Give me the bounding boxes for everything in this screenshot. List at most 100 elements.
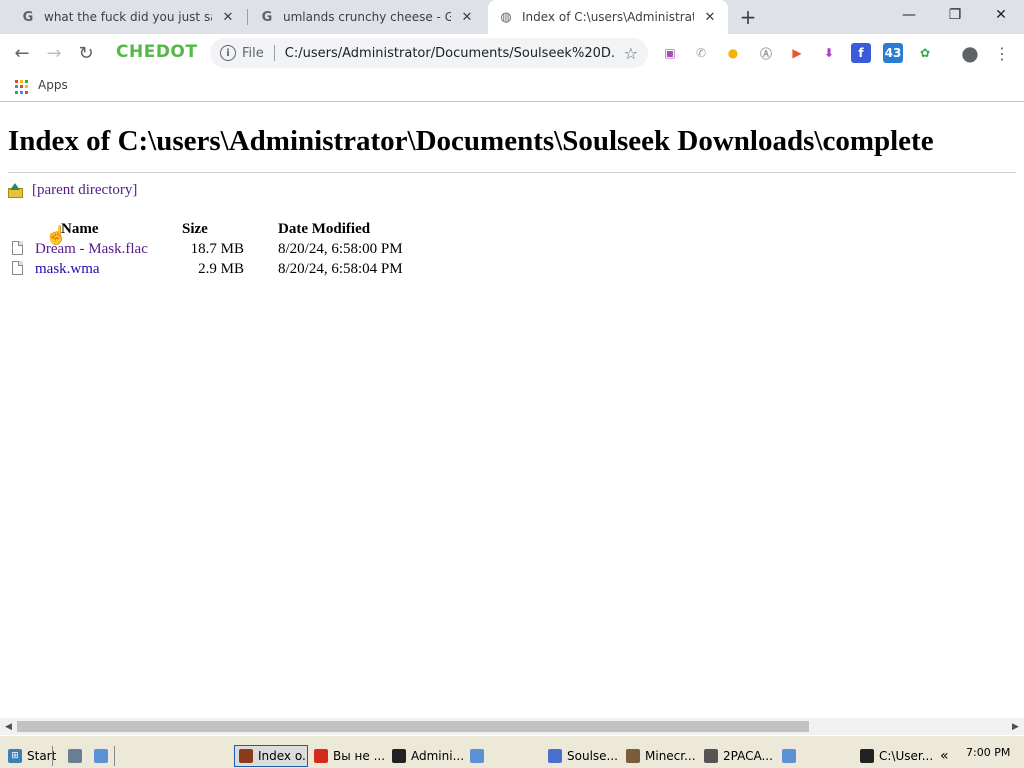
show-desktop-button[interactable]: [68, 745, 87, 767]
tab-title: what the fuck did you just say to: [44, 10, 212, 24]
apps-icon[interactable]: [15, 80, 29, 94]
translate-icon[interactable]: Ⓐ: [756, 43, 776, 63]
window-icon: [704, 749, 718, 763]
chedot-icon: [239, 749, 253, 763]
globe-icon: ◍: [500, 9, 512, 25]
column-header-date[interactable]: Date Modified: [278, 219, 418, 239]
toolbar: ← → ↻ CHEDOT i File C:/users/Administrat…: [0, 34, 1024, 72]
file-size: 2.9 MB: [198, 260, 244, 277]
url-scheme: File: [242, 45, 264, 61]
google-icon: G: [261, 9, 273, 25]
file-link[interactable]: mask.wma: [35, 261, 100, 277]
tab-separator: [247, 9, 248, 25]
parent-directory: [parent directory]: [8, 182, 137, 199]
tab-1[interactable]: G what the fuck did you just say to ✕: [10, 0, 246, 34]
brand-logo: CHEDOT: [116, 42, 198, 62]
column-header-name[interactable]: Name: [8, 219, 182, 239]
taskbar-item[interactable]: Вы не ...: [314, 745, 386, 767]
taskbar-item[interactable]: 2PACA...: [704, 745, 776, 767]
tab-strip: G what the fuck did you just say to ✕ G …: [0, 0, 1024, 34]
file-listing-table: Name Size Date Modified Dream - Mask.fla…: [8, 219, 418, 279]
page-content: Index of C:\users\Administrator\Document…: [0, 103, 1024, 717]
table-header-row: Name Size Date Modified: [8, 219, 418, 239]
file-date: 8/20/24, 6:58:04 PM: [278, 260, 403, 277]
vk-icon[interactable]: 43: [883, 43, 903, 63]
window-close-button[interactable]: ✕: [978, 0, 1024, 30]
taskbar-item[interactable]: Soulse...: [548, 745, 620, 767]
screen-icon[interactable]: ▣: [660, 43, 680, 63]
taskbar-separator: [52, 746, 53, 766]
new-tab-button[interactable]: +: [737, 5, 759, 29]
scrollbar-thumb[interactable]: [17, 721, 809, 732]
taskbar-item-label: Index o...: [258, 749, 308, 763]
tab-2[interactable]: G umlands crunchy cheese - Googl ✕: [249, 0, 485, 34]
taskbar-item[interactable]: Minecr...: [626, 745, 698, 767]
desktop-icon: [68, 749, 82, 763]
app-icon: [94, 749, 108, 763]
file-date: 8/20/24, 6:58:00 PM: [278, 240, 403, 257]
soulseek-icon: [548, 749, 562, 763]
messenger-icon[interactable]: ●: [723, 43, 743, 63]
taskbar-item[interactable]: C:\User...: [860, 745, 932, 767]
taskbar-item-label: Minecr...: [645, 749, 696, 763]
table-row: Dream - Mask.flac 18.7 MB 8/20/24, 6:58:…: [8, 239, 418, 259]
divider: [8, 172, 1016, 173]
forward-button[interactable]: →: [40, 39, 68, 67]
taskbar-item[interactable]: Admini...: [392, 745, 464, 767]
horizontal-scrollbar[interactable]: ◀ ▶: [0, 718, 1024, 735]
console-icon: [392, 749, 406, 763]
tray-expand-button[interactable]: «: [940, 745, 949, 767]
video-icon[interactable]: ▶: [787, 43, 807, 63]
yandex-icon: [314, 749, 328, 763]
minimize-button[interactable]: —: [886, 0, 932, 30]
menu-icon[interactable]: ⋮: [988, 39, 1016, 67]
file-icon: [12, 260, 23, 275]
file-icon: [12, 240, 23, 255]
taskbar: ⊞ Start Index o... Вы не ... Admini... Soul…: [0, 735, 1024, 768]
page-title: Index of C:\users\Administrator\Document…: [8, 125, 934, 157]
close-icon[interactable]: ✕: [220, 9, 236, 25]
tab-title: Index of C:\users\Administrator\: [522, 10, 694, 24]
parent-directory-link[interactable]: [parent directory]: [32, 182, 137, 199]
settings-icon[interactable]: ✿: [915, 43, 935, 63]
url-text[interactable]: C:/users/Administrator/Documents/Soulsee…: [285, 46, 615, 61]
bookmarks-bar: Apps: [0, 72, 1024, 102]
scroll-left-arrow-icon[interactable]: ◀: [0, 718, 17, 735]
profile-icon[interactable]: ●: [956, 39, 984, 67]
close-icon[interactable]: ✕: [459, 9, 475, 25]
start-button[interactable]: ⊞ Start: [8, 745, 56, 767]
maximize-button[interactable]: ❐: [932, 0, 978, 30]
taskbar-item-label: C:\User...: [879, 749, 932, 763]
taskbar-item[interactable]: [782, 745, 802, 767]
column-header-size[interactable]: Size: [182, 219, 278, 239]
download-icon[interactable]: ⬇: [819, 43, 839, 63]
parent-folder-icon: [8, 182, 24, 199]
taskbar-item[interactable]: Index o...: [234, 745, 308, 767]
windows-logo-icon: ⊞: [8, 749, 22, 763]
reload-button[interactable]: ↻: [72, 39, 100, 67]
info-icon[interactable]: i: [220, 45, 236, 61]
app-icon: [782, 749, 796, 763]
minecraft-icon: [626, 749, 640, 763]
taskbar-item[interactable]: [470, 745, 490, 767]
tab-3-active[interactable]: ◍ Index of C:\users\Administrator\ ✕: [488, 0, 728, 34]
taskbar-item-label: Вы не ...: [333, 749, 386, 763]
app-icon: [470, 749, 484, 763]
clock: 7:00 PM: [966, 746, 1011, 759]
address-bar[interactable]: i File C:/users/Administrator/Documents/…: [210, 38, 648, 68]
taskbar-separator: [114, 746, 115, 766]
quicklaunch-button[interactable]: [94, 745, 113, 767]
7zip-icon: [860, 749, 874, 763]
bookmark-star-icon[interactable]: ☆: [624, 44, 638, 63]
facebook-icon[interactable]: f: [851, 43, 871, 63]
scroll-right-arrow-icon[interactable]: ▶: [1007, 718, 1024, 735]
file-size: 18.7 MB: [190, 240, 244, 257]
whatsapp-icon[interactable]: ✆: [691, 43, 711, 63]
omnibox-divider: [273, 45, 275, 61]
taskbar-item-label: 2PACA...: [723, 749, 773, 763]
close-icon[interactable]: ✕: [702, 9, 718, 25]
taskbar-item-label: Admini...: [411, 749, 464, 763]
table-row: mask.wma 2.9 MB 8/20/24, 6:58:04 PM: [8, 259, 418, 279]
back-button[interactable]: ←: [8, 39, 36, 67]
apps-link[interactable]: Apps: [38, 78, 68, 92]
